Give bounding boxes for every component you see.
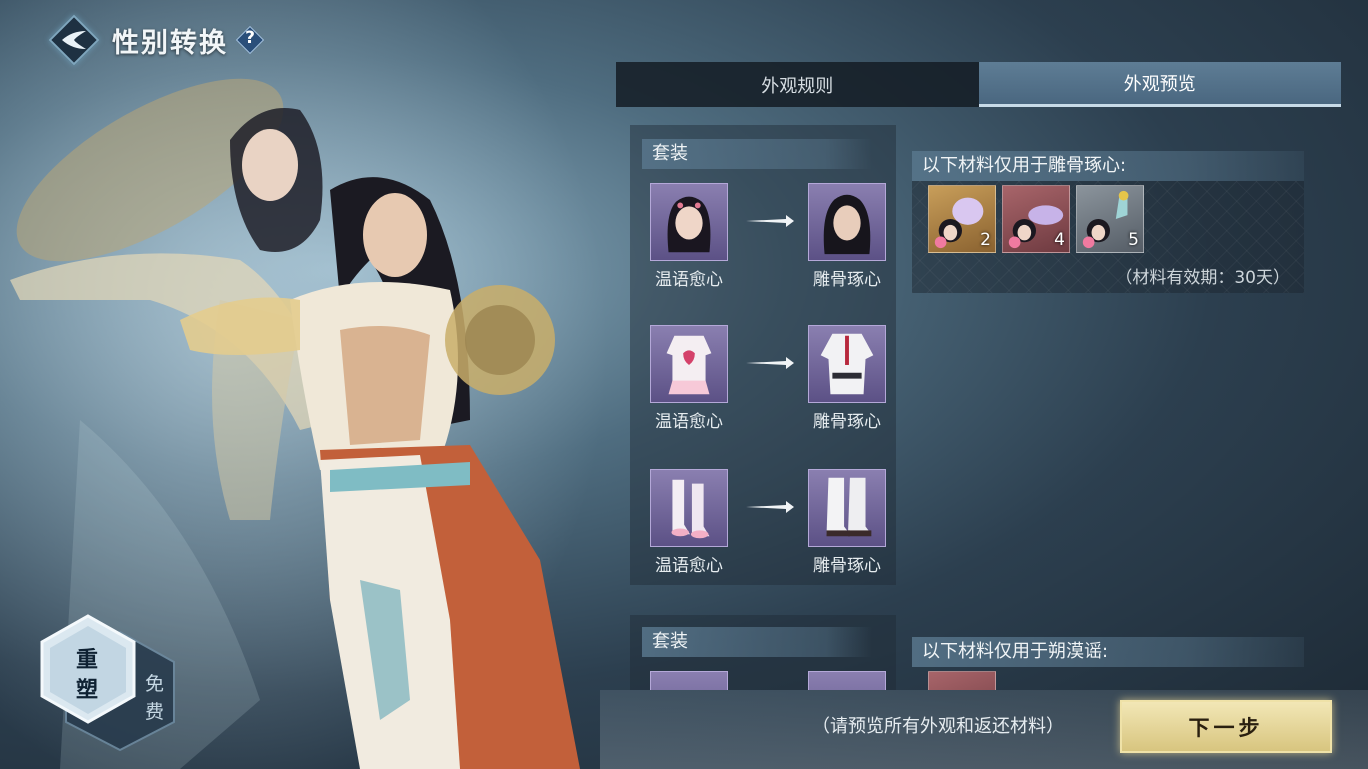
male-outfit-icon: [820, 333, 874, 395]
free-label: 免费: [145, 673, 165, 723]
to-label: 雕骨琢心: [813, 270, 881, 290]
tab-bar: 外观规则 外观预览: [616, 62, 1341, 107]
outfit-column: 套装 温语愈心 雕骨琢心 温语愈心 雕骨琢心 温语愈心 雕骨琢心: [630, 125, 896, 585]
materials-title: 以下材料仅用于朔漠谣:: [912, 637, 1304, 667]
female-outfit-icon: [666, 335, 712, 395]
page-title: 性别转换: [112, 27, 228, 59]
item-slot-from[interactable]: [650, 183, 728, 261]
material-count: 4: [1054, 230, 1065, 250]
reshape-label-1: 重: [76, 648, 99, 673]
conversion-group-2: 套装 以下材料仅用于朔漠谣:: [630, 615, 1320, 690]
conversion-group: 套装 温语愈心 雕骨琢心 温语愈心 雕骨琢心 温语愈心 雕骨琢心 以下材料仅用于…: [630, 125, 1320, 585]
section-title: 套装: [642, 627, 872, 657]
help-button[interactable]: ?: [235, 25, 265, 55]
conversion-pair-outfit: 温语愈心 雕骨琢心: [650, 325, 890, 445]
reshape-label-2: 塑: [76, 678, 99, 703]
arrow-right-icon: [746, 501, 794, 513]
materials-column-2: 以下材料仅用于朔漠谣:: [912, 637, 1304, 690]
section-title: 套装: [642, 139, 872, 169]
arrow-right-icon: [746, 215, 794, 227]
item-slot-to[interactable]: [808, 469, 886, 547]
item-slot-to[interactable]: [808, 671, 886, 690]
from-label: 温语愈心: [655, 412, 723, 432]
preview-hint: （请预览所有外观和返还材料）: [812, 716, 1064, 737]
materials-title: 以下材料仅用于雕骨琢心:: [912, 151, 1304, 181]
item-slot-to[interactable]: [808, 183, 886, 261]
material-item-3[interactable]: 5: [1076, 185, 1144, 253]
item-slot-from[interactable]: [650, 325, 728, 403]
item-slot-to[interactable]: [808, 325, 886, 403]
from-label: 温语愈心: [655, 270, 723, 290]
material-item-2[interactable]: 4: [1002, 185, 1070, 253]
male-hair-icon: [823, 194, 871, 255]
preview-panel[interactable]: 套装 温语愈心 雕骨琢心 温语愈心 雕骨琢心 温语愈心 雕骨琢心 以下材料仅用于…: [630, 125, 1320, 690]
item-slot-from[interactable]: [650, 671, 728, 690]
help-label: ?: [245, 28, 255, 48]
arrow-right-icon: [746, 357, 794, 369]
conversion-pair-boots: 温语愈心 雕骨琢心: [650, 469, 890, 589]
female-boots-icon: [671, 479, 710, 539]
material-item-1[interactable]: 2: [928, 185, 996, 253]
material-count: 2: [980, 230, 991, 250]
material-item-1[interactable]: [928, 671, 996, 690]
tab-appearance-rules[interactable]: 外观规则: [616, 62, 979, 107]
materials-column: 以下材料仅用于雕骨琢心: 2 4 5 （材料有效期：30天）: [912, 151, 1304, 293]
female-hair-icon: [667, 196, 711, 253]
materials-box: 2 4 5 （材料有效期：30天）: [912, 181, 1304, 293]
conversion-pair-hair: 温语愈心 雕骨琢心: [650, 183, 890, 303]
material-validity: （材料有效期：30天）: [1115, 268, 1290, 288]
next-step-button[interactable]: 下一步: [1120, 700, 1332, 753]
item-slot-from[interactable]: [650, 469, 728, 547]
to-label: 雕骨琢心: [813, 412, 881, 432]
material-count: 5: [1128, 230, 1139, 250]
male-boots-icon: [826, 477, 872, 537]
to-label: 雕骨琢心: [813, 556, 881, 576]
back-arrow-icon: [62, 31, 86, 49]
back-button[interactable]: [48, 14, 100, 66]
from-label: 温语愈心: [655, 556, 723, 576]
header: 性别转换 ?: [48, 14, 265, 66]
tab-appearance-preview[interactable]: 外观预览: [978, 62, 1341, 107]
outfit-column-2: 套装: [630, 615, 896, 690]
